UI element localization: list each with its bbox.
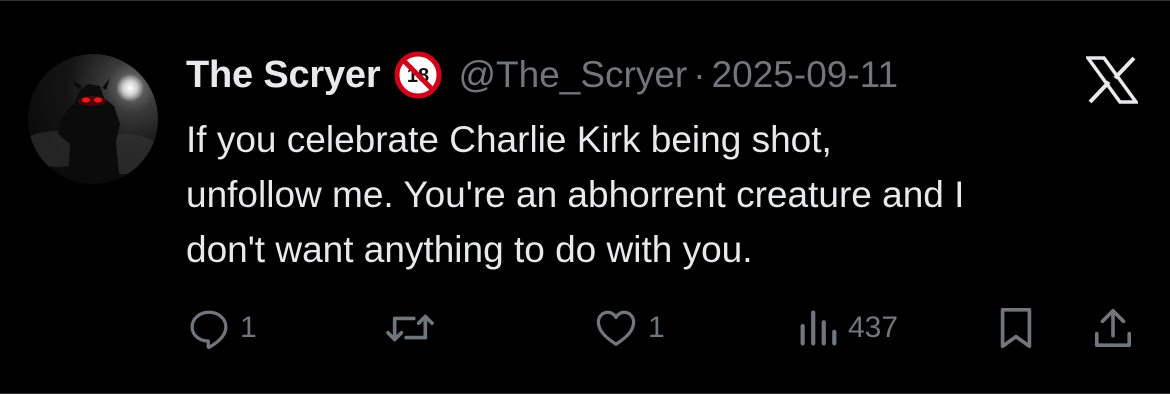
tweet-header: The Scryer 18 @The_Scryer · 2025-09-11: [186, 50, 898, 100]
separator-dot: ·: [693, 54, 706, 95]
avatar[interactable]: [28, 54, 158, 184]
tweet-date[interactable]: 2025-09-11: [712, 54, 899, 96]
like-icon: [596, 310, 636, 346]
reply-icon: [190, 310, 228, 350]
top-divider: [0, 0, 1170, 1]
bookmark-icon: [1000, 307, 1032, 349]
tweet-actions: 1 1 437: [0, 300, 1170, 356]
tweet-text-line: If you celebrate Charlie Kirk being shot…: [186, 119, 832, 160]
like-count: 1: [648, 311, 665, 344]
x-logo-icon: [1084, 56, 1140, 104]
tweet-text: If you celebrate Charlie Kirk being shot…: [186, 112, 1156, 277]
views-button[interactable]: 437: [796, 300, 898, 356]
tweet-text-line: don't want anything to do with you.: [186, 229, 753, 270]
reply-count: 1: [240, 311, 257, 344]
no-one-under-eighteen-icon: 18: [394, 51, 442, 99]
share-button[interactable]: [1092, 300, 1134, 356]
repost-icon: [386, 314, 434, 342]
tweet-text-line: unfollow me. You're an abhorrent creatur…: [186, 174, 965, 215]
repost-button[interactable]: [382, 300, 446, 356]
user-handle[interactable]: @The_Scryer: [458, 54, 687, 96]
reply-button[interactable]: 1: [186, 300, 257, 356]
bookmark-button[interactable]: [996, 300, 1036, 356]
display-name[interactable]: The Scryer: [186, 54, 381, 97]
like-button[interactable]: 1: [592, 300, 665, 356]
avatar-image: [28, 74, 158, 184]
views-icon: [800, 310, 837, 346]
views-count: 437: [848, 311, 899, 344]
share-icon: [1094, 309, 1132, 347]
